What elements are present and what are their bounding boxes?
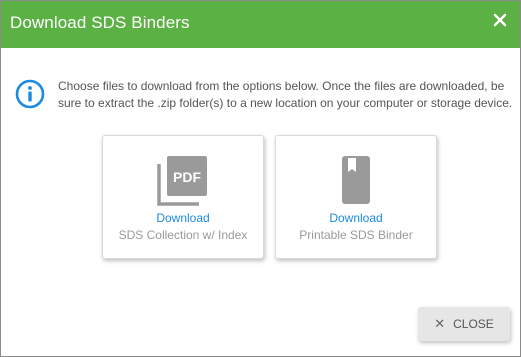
option-description: SDS Collection w/ Index bbox=[118, 228, 248, 242]
bookmark-book-icon bbox=[342, 156, 370, 204]
close-button[interactable]: ✕ CLOSE bbox=[418, 307, 510, 341]
close-icon[interactable] bbox=[492, 12, 508, 28]
download-link[interactable]: Download bbox=[103, 211, 263, 225]
info-circle-icon bbox=[15, 79, 45, 109]
close-icon: ✕ bbox=[434, 316, 446, 331]
close-button-label: CLOSE bbox=[453, 317, 494, 331]
pdf-collection-icon: PDF bbox=[157, 156, 207, 206]
download-link[interactable]: Download bbox=[276, 211, 436, 225]
dialog-header: Download SDS Binders bbox=[1, 1, 520, 48]
download-printable-binder-option[interactable]: Download Printable SDS Binder bbox=[275, 135, 437, 259]
option-description: Printable SDS Binder bbox=[299, 228, 413, 242]
info-message: Choose files to download from the option… bbox=[58, 79, 513, 110]
dialog-title: Download SDS Binders bbox=[10, 13, 190, 32]
download-sds-binders-dialog: Download SDS Binders Choose files to dow… bbox=[0, 0, 521, 357]
download-sds-collection-option[interactable]: PDF Download SDS Collection w/ Index bbox=[102, 135, 264, 259]
svg-text:PDF: PDF bbox=[173, 169, 201, 185]
